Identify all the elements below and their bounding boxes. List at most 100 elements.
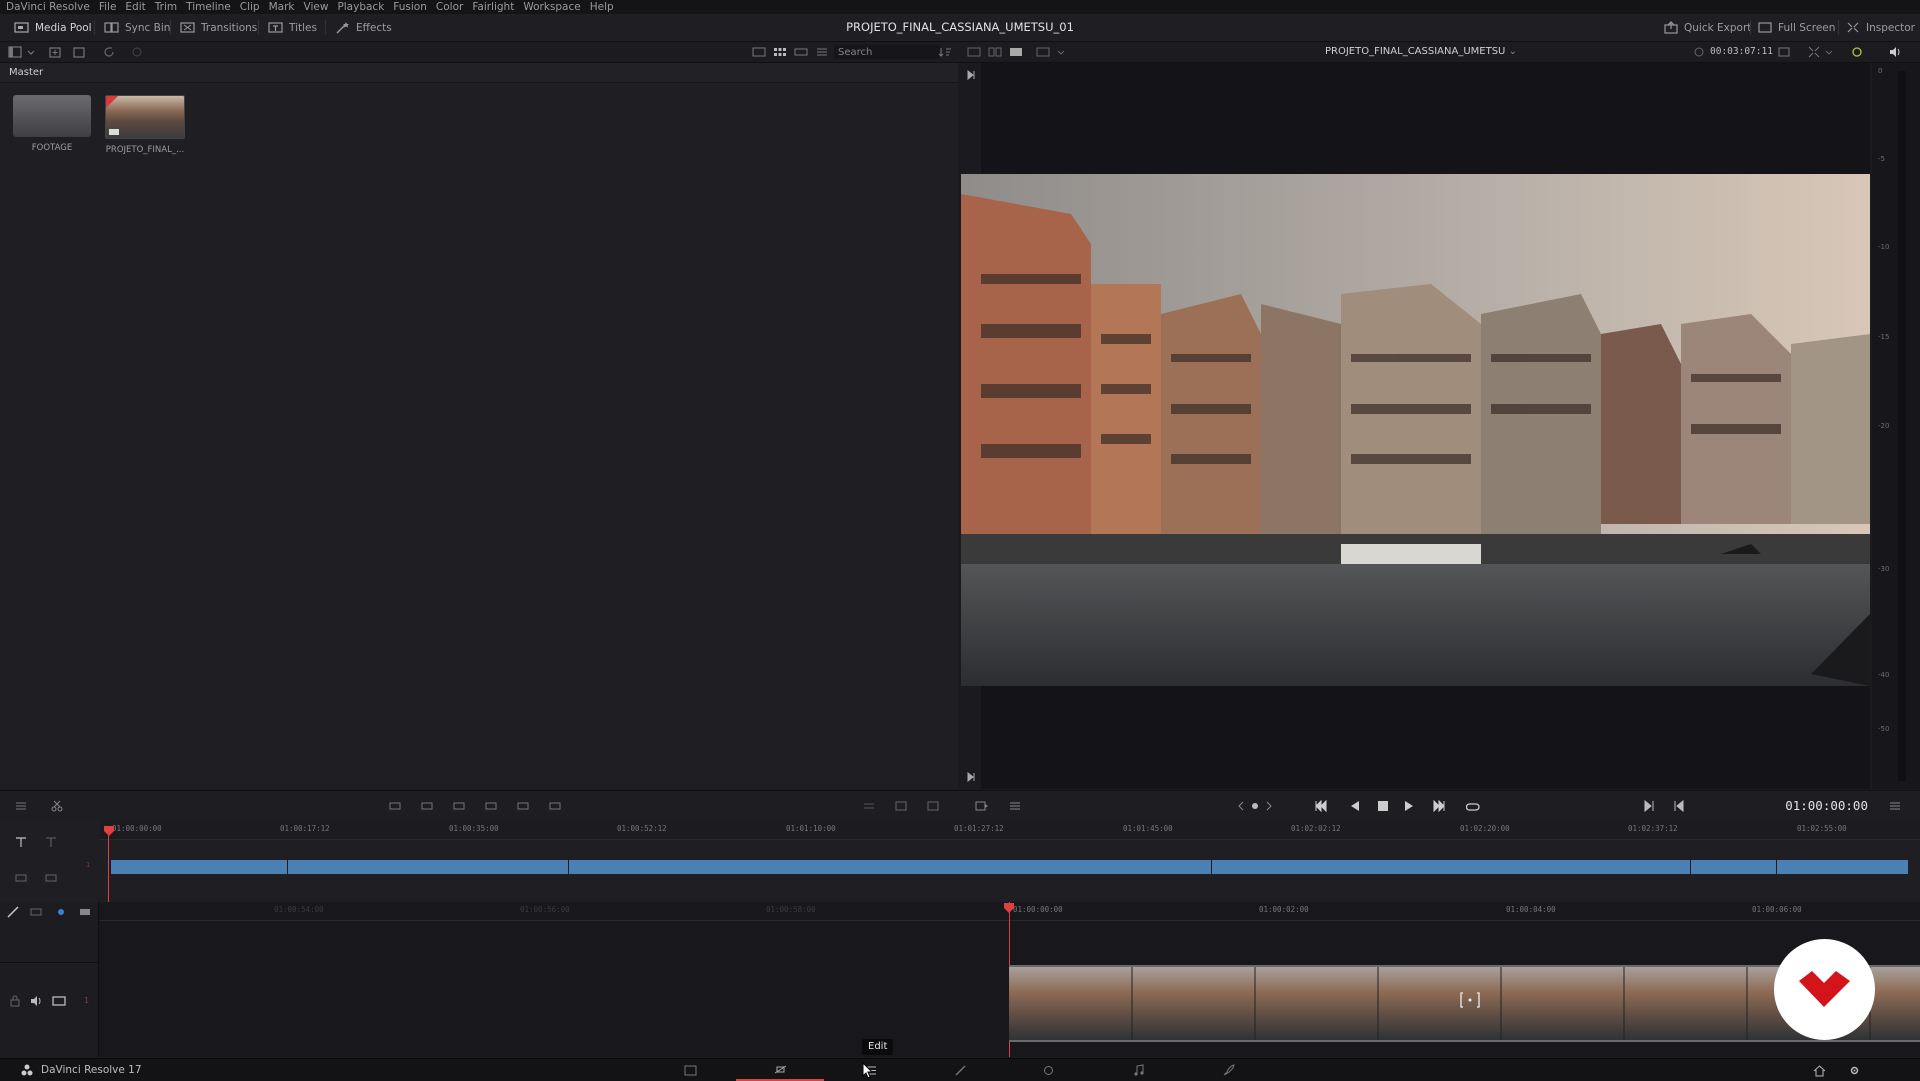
timeline-options-icon[interactable] [14,799,28,813]
detach-icon[interactable] [44,835,58,849]
effects-button[interactable]: Effects [335,14,392,41]
page-tab-color[interactable] [1004,1059,1092,1081]
timeline-viewer[interactable] [961,63,1870,789]
safe-area-icon[interactable] [1777,45,1791,59]
chevron-down-icon[interactable] [1054,45,1068,59]
timeline-clip[interactable] [1690,860,1776,874]
sync-bin-button[interactable]: Sync Bin [104,14,170,41]
home-icon[interactable] [1812,1064,1827,1077]
timeline-clip[interactable] [568,860,1211,874]
play-reverse-icon[interactable] [1348,799,1362,813]
menu-edit[interactable]: Edit [125,1,145,13]
transform-icon[interactable] [1807,45,1821,59]
options-menu-icon[interactable] [1888,799,1902,813]
position-lock-icon[interactable] [54,905,68,919]
chevron-down-icon[interactable] [1822,45,1836,59]
menu-trim[interactable]: Trim [155,1,177,13]
media-pool-button[interactable]: Media Pool [14,14,92,41]
timeline-clip[interactable] [287,860,568,874]
skip-to-end-icon[interactable] [1432,799,1446,813]
menu-clip[interactable]: Clip [240,1,260,13]
playhead-marker-icon[interactable] [103,825,115,837]
playback-options-icon[interactable] [975,799,989,813]
menu-mark[interactable]: Mark [269,1,295,13]
link-icon[interactable] [130,45,144,59]
audio-only-icon[interactable] [862,799,876,813]
smart-insert-icon[interactable] [388,799,402,813]
clip-icon[interactable] [926,799,940,813]
play-icon[interactable] [1402,799,1416,813]
audio-settings-icon[interactable] [1008,799,1022,813]
ripple-overwrite-icon[interactable] [452,799,466,813]
quick-export-button[interactable]: Quick Export [1664,14,1751,41]
timeline-clip[interactable] [1776,860,1908,874]
skip-to-start-icon[interactable] [1314,799,1328,813]
chevron-down-icon[interactable] [24,45,38,59]
list-view-icon[interactable] [815,45,829,59]
menu-timeline[interactable]: Timeline [186,1,231,13]
timeline-name-dropdown[interactable]: PROJETO_FINAL_CASSIANA_UMETSU ⌄ [1325,42,1517,62]
menu-davinci-resolve[interactable]: DaVinci Resolve [6,1,90,13]
timeline-clip[interactable] [1211,860,1690,874]
gear-icon[interactable] [1847,1064,1862,1077]
snap-icon[interactable] [6,905,20,919]
page-tab-cut[interactable] [736,1059,824,1081]
bin-item-timeline[interactable]: PROJETO_FINAL_... [105,95,185,155]
thumbnail-view-icon[interactable] [773,45,787,59]
menu-help[interactable]: Help [590,1,614,13]
append-icon[interactable] [420,799,434,813]
track-zoom-icon[interactable] [14,871,28,885]
sort-icon[interactable] [938,45,952,59]
lower-timeline[interactable]: 1 01:00:54:00 01:00:56:00 01:00:58:00 01… [0,902,1920,1057]
timeline-viewer-icon[interactable] [1009,45,1023,59]
menu-file[interactable]: File [99,1,117,13]
menu-workspace[interactable]: Workspace [523,1,580,13]
speaker-icon[interactable] [1888,45,1902,59]
track-tool-icon[interactable] [14,835,28,849]
menu-view[interactable]: View [304,1,329,13]
go-to-end-icon[interactable] [966,772,976,782]
panel-layout-icon[interactable] [8,45,22,59]
page-tab-deliver[interactable] [1184,1059,1272,1081]
menu-playback[interactable]: Playback [337,1,384,13]
refresh-icon[interactable] [102,45,116,59]
menu-fairlight[interactable]: Fairlight [472,1,514,13]
dual-viewer-icon[interactable] [988,45,1002,59]
mark-out-icon[interactable] [1672,799,1686,813]
timeline-clip[interactable] [110,860,287,874]
clip-fit-icon[interactable] [1459,991,1481,1009]
speaker-icon[interactable] [29,994,43,1008]
flag-icon[interactable] [78,905,92,919]
page-tab-fairlight[interactable] [1094,1059,1182,1081]
viewer-mode-icon[interactable] [1036,45,1050,59]
page-tab-media[interactable] [646,1059,734,1081]
marker-dot-icon[interactable] [1248,799,1262,813]
source-viewer-icon[interactable] [967,45,981,59]
new-bin-icon[interactable] [48,45,62,59]
metadata-view-icon[interactable] [752,45,766,59]
transitions-button[interactable]: Transitions [180,14,257,41]
linked-selection-icon[interactable] [29,905,43,919]
video-only-icon[interactable] [894,799,908,813]
inspector-button[interactable]: Inspector [1846,14,1915,41]
filmstrip-view-icon[interactable] [794,45,808,59]
close-up-icon[interactable] [484,799,498,813]
lock-icon[interactable] [8,994,22,1008]
loop-icon[interactable] [1465,799,1480,813]
titles-button[interactable]: Titles [268,14,317,41]
upper-timeline[interactable]: 1 01:00:00:00 01:00:17:12 01:00:35:00 01… [0,821,1920,902]
place-on-top-icon[interactable] [516,799,530,813]
page-tab-fusion[interactable] [916,1059,1004,1081]
monitor-icon[interactable] [52,994,66,1008]
sync-icon[interactable] [1850,45,1864,59]
bin-item-footage[interactable]: FOOTAGE [12,95,92,153]
menu-fusion[interactable]: Fusion [393,1,427,13]
mark-in-icon[interactable] [1642,799,1656,813]
menu-color[interactable]: Color [436,1,463,13]
full-screen-button[interactable]: Full Screen [1758,14,1835,41]
source-overwrite-icon[interactable] [548,799,562,813]
stop-icon[interactable] [1376,799,1390,813]
previous-marker-icon[interactable] [1234,799,1248,813]
next-marker-icon[interactable] [1262,799,1276,813]
smart-bin-icon[interactable] [72,45,86,59]
